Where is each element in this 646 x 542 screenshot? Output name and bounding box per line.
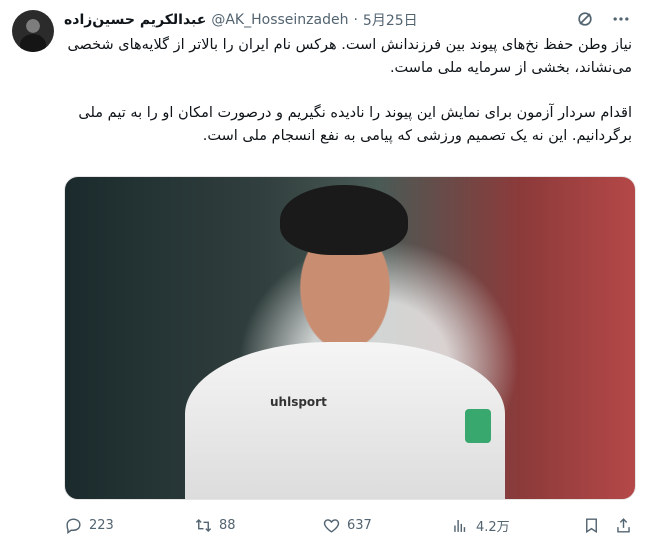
tweet-image[interactable]: uhlsport — [64, 176, 636, 500]
tweet-paragraph-2: اقدام سردار آزمون برای نمایش این پیوند ر… — [78, 105, 632, 144]
author-handle[interactable]: @AK_Hosseinzadeh — [211, 12, 348, 28]
tweet-text: نیاز وطن حفظ نخ‌های پیوند بین فرزندانش ا… — [64, 34, 632, 148]
like-button[interactable]: 637 — [322, 516, 372, 535]
bookmark-icon — [586, 517, 597, 533]
views-icon — [454, 519, 466, 532]
tweet-card[interactable]: عبدالکریم حسین‌زاده @AK_Hosseinzadeh · 5… — [0, 0, 646, 542]
like-count: 637 — [347, 517, 372, 533]
jersey-badge — [465, 409, 491, 443]
reply-count: 223 — [89, 517, 114, 533]
tweet-header: عبدالکریم حسین‌زاده @AK_Hosseinzadeh · 5… — [64, 10, 418, 30]
heart-icon — [323, 518, 340, 533]
reply-button[interactable]: 223 — [64, 516, 114, 535]
tweet-paragraph-1: نیاز وطن حفظ نخ‌های پیوند بین فرزندانش ا… — [67, 37, 632, 76]
share-button[interactable] — [614, 516, 633, 535]
share-icon — [617, 517, 630, 533]
retweet-button[interactable]: 88 — [194, 516, 236, 535]
jersey-brand-text: uhlsport — [270, 395, 327, 409]
author-name[interactable]: عبدالکریم حسین‌زاده — [64, 12, 206, 28]
reply-icon — [66, 517, 81, 534]
retweet-icon — [195, 518, 212, 532]
tweet-actions: 223 88 637 4.2万 — [64, 512, 632, 538]
grok-icon[interactable] — [574, 8, 596, 30]
header-actions — [574, 8, 632, 30]
views-button[interactable]: 4.2万 — [451, 516, 510, 535]
retweet-count: 88 — [219, 517, 236, 533]
views-count: 4.2万 — [476, 519, 510, 535]
bookmark-button[interactable] — [582, 516, 601, 535]
player-hair — [280, 185, 408, 255]
more-icon[interactable] — [610, 8, 632, 30]
tweet-date[interactable]: 5月25日 — [363, 10, 418, 30]
header-separator: · — [353, 12, 358, 28]
avatar[interactable] — [12, 10, 54, 52]
